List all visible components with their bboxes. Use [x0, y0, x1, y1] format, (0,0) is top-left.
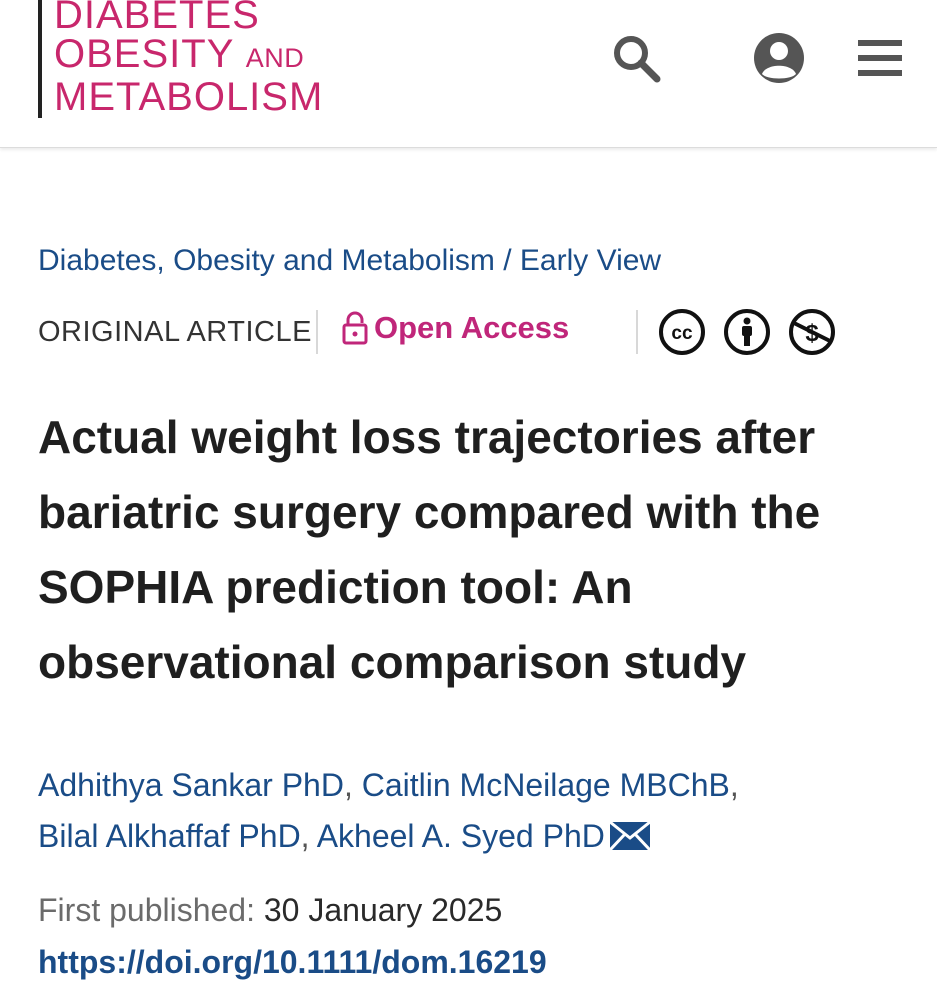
- logo-line-3: METABOLISM: [54, 75, 324, 119]
- search-icon: [614, 36, 661, 83]
- author-link[interactable]: Akheel A. Syed PhD: [317, 818, 605, 854]
- search-button[interactable]: [608, 30, 664, 86]
- breadcrumb-separator: /: [503, 244, 512, 277]
- menu-icon: [858, 40, 902, 76]
- account-icon: [754, 33, 804, 83]
- journal-logo[interactable]: DIABETES OBESITY AND METABOLISM: [38, 0, 323, 118]
- article-meta-row: ORIGINAL ARTICLE Open Access cc $: [38, 306, 898, 358]
- first-published-label: First published:: [38, 892, 255, 928]
- breadcrumb: Diabetes, Obesity and Metabolism / Early…: [38, 244, 661, 278]
- breadcrumb-section-link[interactable]: Early View: [520, 244, 661, 277]
- breadcrumb-journal-link[interactable]: Diabetes, Obesity and Metabolism: [38, 244, 495, 277]
- license-icons[interactable]: cc $: [658, 308, 853, 356]
- menu-button[interactable]: [852, 30, 908, 86]
- account-button[interactable]: [751, 30, 807, 86]
- site-header: DIABETES OBESITY AND METABOLISM: [0, 0, 937, 148]
- cc-icon: cc: [659, 309, 705, 355]
- corresponding-author-mail-icon[interactable]: [608, 815, 651, 866]
- author-link[interactable]: Caitlin McNeilage MBChB: [362, 767, 730, 803]
- logo-line-1: DIABETES: [54, 0, 260, 37]
- logo-line-2: OBESITY AND: [54, 32, 305, 76]
- author-list: Adhithya Sankar PhD, Caitlin McNeilage M…: [38, 760, 908, 866]
- article-type-label: ORIGINAL ARTICLE: [38, 316, 312, 348]
- open-lock-icon: [342, 311, 368, 345]
- first-published: First published: 30 January 2025: [38, 892, 502, 929]
- article-title: Actual weight loss trajectories after ba…: [38, 411, 821, 688]
- author-link[interactable]: Bilal Alkhaffaf PhD: [38, 818, 301, 854]
- open-access-label: Open Access: [374, 310, 570, 345]
- divider: [636, 310, 638, 354]
- doi-link[interactable]: https://doi.org/10.1111/dom.16219: [38, 944, 547, 981]
- divider: [316, 310, 318, 354]
- author-link[interactable]: Adhithya Sankar PhD: [38, 767, 344, 803]
- open-access-badge[interactable]: Open Access: [342, 310, 569, 346]
- noncommercial-icon: $: [789, 309, 835, 355]
- attribution-icon: [724, 309, 770, 355]
- first-published-date: 30 January 2025: [263, 892, 503, 928]
- svg-text:cc: cc: [671, 323, 693, 344]
